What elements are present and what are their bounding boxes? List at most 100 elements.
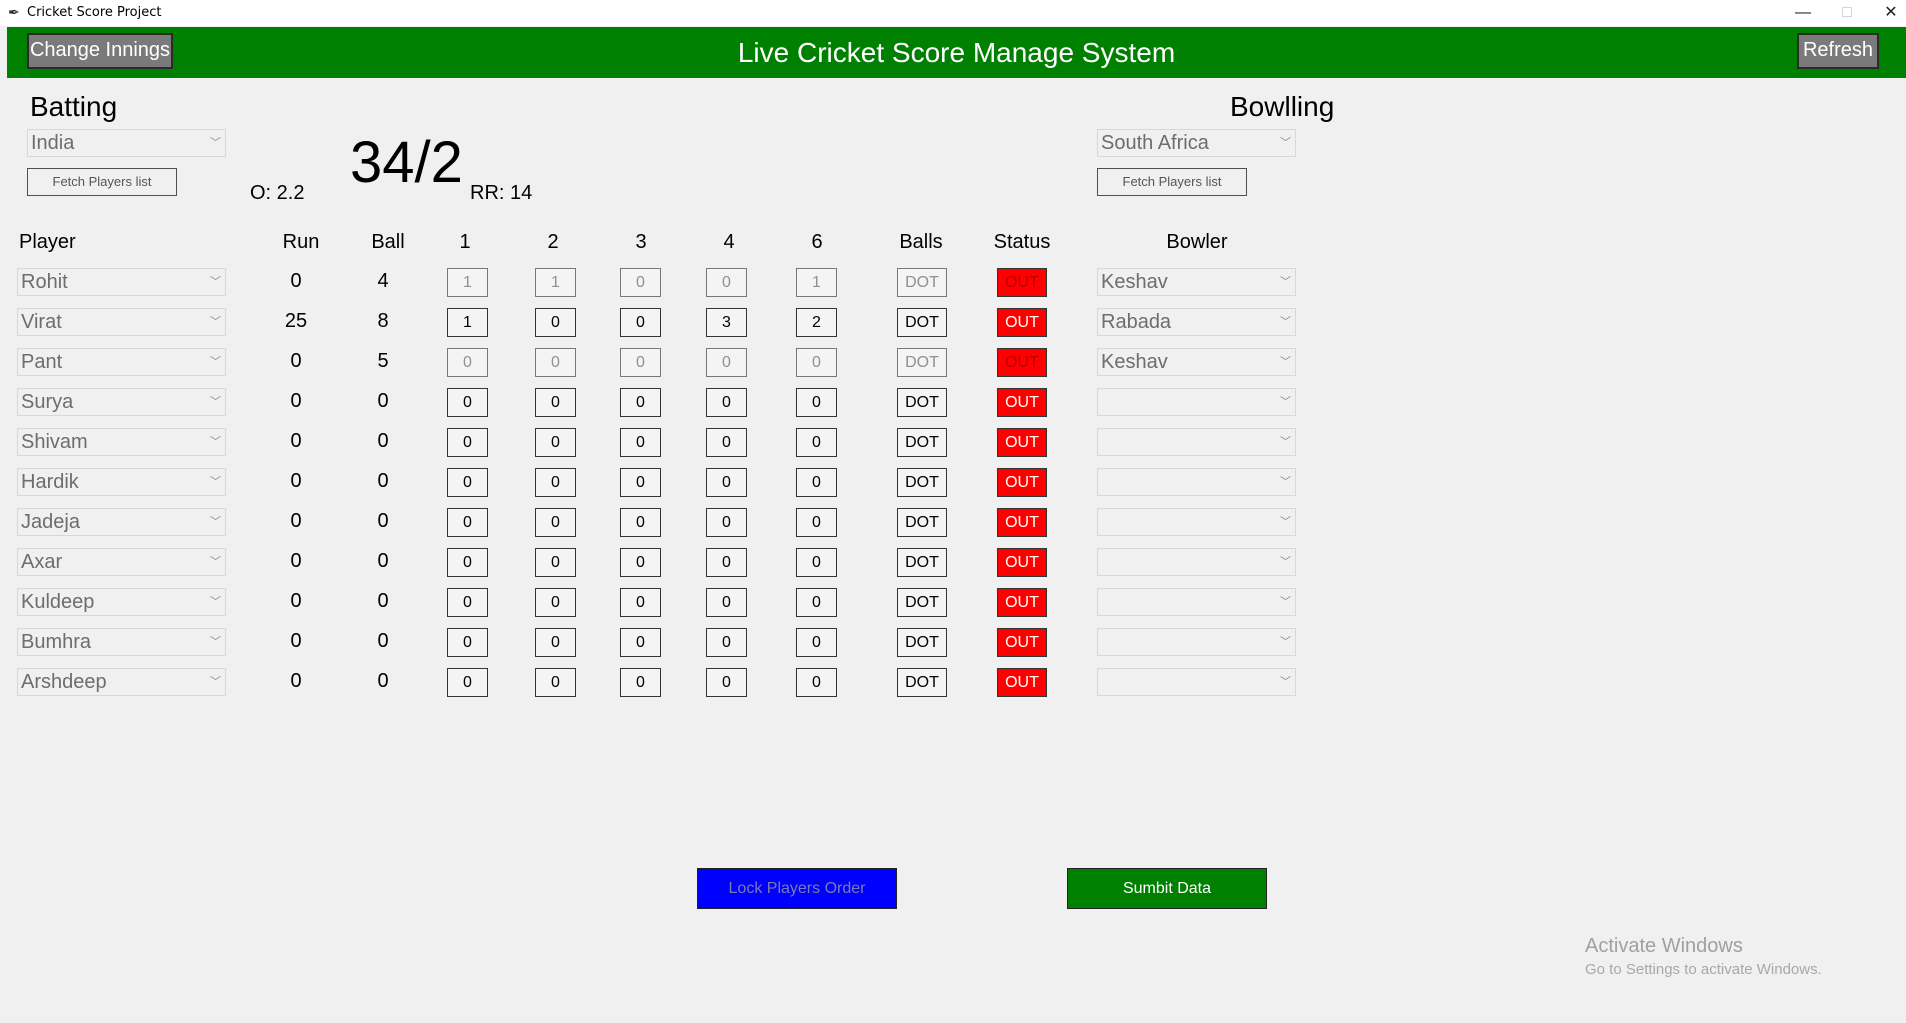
score-1-button[interactable]: 0: [447, 348, 488, 377]
score-2-button[interactable]: 0: [535, 548, 576, 577]
score-2-button[interactable]: 0: [535, 308, 576, 337]
score-6-button[interactable]: 0: [796, 668, 837, 697]
score-3-button[interactable]: 0: [620, 628, 661, 657]
score-2-button[interactable]: 0: [535, 628, 576, 657]
player-select[interactable]: Jadeja ﹀: [17, 508, 226, 536]
bowler-select[interactable]: ﹀: [1097, 468, 1296, 496]
score-1-button[interactable]: 1: [447, 268, 488, 297]
score-4-button[interactable]: 0: [706, 468, 747, 497]
score-4-button[interactable]: 0: [706, 508, 747, 537]
dot-ball-button[interactable]: DOT: [897, 388, 947, 417]
score-1-button[interactable]: 0: [447, 428, 488, 457]
bowler-select[interactable]: Keshav ﹀: [1097, 268, 1296, 296]
score-1-button[interactable]: 1: [447, 308, 488, 337]
score-2-button[interactable]: 0: [535, 588, 576, 617]
dot-ball-button[interactable]: DOT: [897, 628, 947, 657]
score-4-button[interactable]: 3: [706, 308, 747, 337]
dot-ball-button[interactable]: DOT: [897, 468, 947, 497]
score-6-button[interactable]: 0: [796, 428, 837, 457]
score-4-button[interactable]: 0: [706, 348, 747, 377]
player-select[interactable]: Axar ﹀: [17, 548, 226, 576]
score-4-button[interactable]: 0: [706, 548, 747, 577]
refresh-button[interactable]: Refresh: [1797, 33, 1879, 69]
dot-ball-button[interactable]: DOT: [897, 668, 947, 697]
out-button[interactable]: OUT: [997, 668, 1047, 697]
out-button[interactable]: OUT: [997, 268, 1047, 297]
out-button[interactable]: OUT: [997, 548, 1047, 577]
score-3-button[interactable]: 0: [620, 388, 661, 417]
score-6-button[interactable]: 0: [796, 548, 837, 577]
score-1-button[interactable]: 0: [447, 468, 488, 497]
close-button[interactable]: ✕: [1871, 2, 1906, 24]
score-4-button[interactable]: 0: [706, 268, 747, 297]
player-select[interactable]: Surya ﹀: [17, 388, 226, 416]
player-select[interactable]: Shivam ﹀: [17, 428, 226, 456]
score-1-button[interactable]: 0: [447, 548, 488, 577]
score-4-button[interactable]: 0: [706, 668, 747, 697]
score-3-button[interactable]: 0: [620, 308, 661, 337]
bowler-select[interactable]: Keshav ﹀: [1097, 348, 1296, 376]
out-button[interactable]: OUT: [997, 388, 1047, 417]
player-select[interactable]: Pant ﹀: [17, 348, 226, 376]
out-button[interactable]: OUT: [997, 468, 1047, 497]
score-3-button[interactable]: 0: [620, 668, 661, 697]
score-4-button[interactable]: 0: [706, 428, 747, 457]
score-6-button[interactable]: 0: [796, 588, 837, 617]
dot-ball-button[interactable]: DOT: [897, 548, 947, 577]
dot-ball-button[interactable]: DOT: [897, 588, 947, 617]
score-3-button[interactable]: 0: [620, 428, 661, 457]
minimize-button[interactable]: —: [1783, 2, 1823, 24]
bowler-select[interactable]: ﹀: [1097, 548, 1296, 576]
score-6-button[interactable]: 0: [796, 628, 837, 657]
score-2-button[interactable]: 0: [535, 348, 576, 377]
player-select[interactable]: Hardik ﹀: [17, 468, 226, 496]
score-2-button[interactable]: 0: [535, 428, 576, 457]
score-2-button[interactable]: 0: [535, 388, 576, 417]
score-6-button[interactable]: 0: [796, 388, 837, 417]
score-1-button[interactable]: 0: [447, 508, 488, 537]
score-6-button[interactable]: 0: [796, 468, 837, 497]
player-select[interactable]: Arshdeep ﹀: [17, 668, 226, 696]
dot-ball-button[interactable]: DOT: [897, 428, 947, 457]
dot-ball-button[interactable]: DOT: [897, 508, 947, 537]
bowler-select[interactable]: ﹀: [1097, 428, 1296, 456]
score-3-button[interactable]: 0: [620, 548, 661, 577]
bowler-select[interactable]: ﹀: [1097, 508, 1296, 536]
score-2-button[interactable]: 0: [535, 468, 576, 497]
score-4-button[interactable]: 0: [706, 388, 747, 417]
player-select[interactable]: Rohit ﹀: [17, 268, 226, 296]
out-button[interactable]: OUT: [997, 508, 1047, 537]
out-button[interactable]: OUT: [997, 348, 1047, 377]
batting-team-select[interactable]: India ﹀: [27, 129, 226, 157]
score-3-button[interactable]: 0: [620, 268, 661, 297]
change-innings-button[interactable]: Change Innings: [27, 33, 173, 69]
score-6-button[interactable]: 1: [796, 268, 837, 297]
bowler-select[interactable]: ﹀: [1097, 588, 1296, 616]
score-1-button[interactable]: 0: [447, 628, 488, 657]
bowler-select[interactable]: ﹀: [1097, 388, 1296, 416]
score-1-button[interactable]: 0: [447, 588, 488, 617]
score-3-button[interactable]: 0: [620, 508, 661, 537]
lock-players-order-button[interactable]: Lock Players Order: [697, 868, 897, 909]
bowler-select[interactable]: Rabada ﹀: [1097, 308, 1296, 336]
score-6-button[interactable]: 2: [796, 308, 837, 337]
maximize-button[interactable]: □: [1827, 2, 1867, 24]
bowler-select[interactable]: ﹀: [1097, 668, 1296, 696]
score-3-button[interactable]: 0: [620, 468, 661, 497]
bowling-team-select[interactable]: South Africa ﹀: [1097, 129, 1296, 157]
dot-ball-button[interactable]: DOT: [897, 268, 947, 297]
out-button[interactable]: OUT: [997, 428, 1047, 457]
score-6-button[interactable]: 0: [796, 348, 837, 377]
fetch-batting-players-button[interactable]: Fetch Players list: [27, 168, 177, 196]
player-select[interactable]: Bumhra ﹀: [17, 628, 226, 656]
bowler-select[interactable]: ﹀: [1097, 628, 1296, 656]
score-4-button[interactable]: 0: [706, 628, 747, 657]
score-4-button[interactable]: 0: [706, 588, 747, 617]
score-2-button[interactable]: 0: [535, 508, 576, 537]
dot-ball-button[interactable]: DOT: [897, 348, 947, 377]
score-2-button[interactable]: 1: [535, 268, 576, 297]
score-6-button[interactable]: 0: [796, 508, 837, 537]
score-3-button[interactable]: 0: [620, 348, 661, 377]
fetch-bowling-players-button[interactable]: Fetch Players list: [1097, 168, 1247, 196]
player-select[interactable]: Virat ﹀: [17, 308, 226, 336]
